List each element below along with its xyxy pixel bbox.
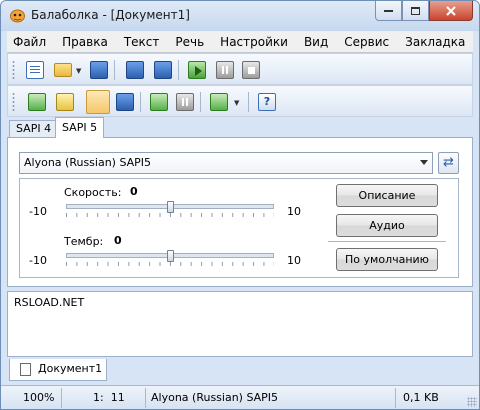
voice-select[interactable]: Alyona (Russian) SAPI5 xyxy=(19,152,433,174)
resize-grip[interactable] xyxy=(467,397,477,407)
new-document-icon[interactable] xyxy=(26,61,44,79)
speed-value: 0 xyxy=(130,185,138,198)
menu-edit[interactable]: Правка xyxy=(54,32,116,52)
voice-panel: Alyona (Russian) SAPI5 ⇄ Скорость: 0 -10… xyxy=(7,137,473,287)
menu-text[interactable]: Текст xyxy=(116,32,168,52)
paste-icon[interactable] xyxy=(176,93,194,111)
button-divider xyxy=(328,241,446,242)
main-toolbar: ▼ xyxy=(7,53,473,85)
close-button[interactable] xyxy=(429,1,473,21)
speed-slider-ticks xyxy=(66,213,274,217)
pitch-slider-ticks xyxy=(66,262,274,266)
menu-view[interactable]: Вид xyxy=(296,32,336,52)
menu-help[interactable]: ? xyxy=(473,32,479,52)
toolbar-separator xyxy=(200,92,201,112)
app-logo-icon xyxy=(10,9,25,23)
pitch-max: 10 xyxy=(287,254,301,267)
pause-icon[interactable] xyxy=(216,61,234,79)
pitch-slider-thumb[interactable] xyxy=(166,250,174,262)
maximize-icon xyxy=(411,6,420,15)
status-divider xyxy=(61,388,62,408)
status-size: 0,1 KB xyxy=(403,391,439,404)
status-divider xyxy=(145,388,146,408)
pitch-value: 0 xyxy=(114,234,122,247)
menu-file[interactable]: Файл xyxy=(7,32,54,52)
document-icon xyxy=(20,363,31,376)
refresh-icon: ⇄ xyxy=(443,155,454,170)
play-icon[interactable] xyxy=(188,61,206,79)
help-icon[interactable]: ? xyxy=(258,93,276,111)
defaults-button[interactable]: По умолчанию xyxy=(336,248,438,271)
tab-sapi4[interactable]: SAPI 4 xyxy=(9,120,59,138)
pitch-label: Тембр: xyxy=(64,235,104,248)
description-button[interactable]: Описание xyxy=(336,184,438,207)
insert-icon[interactable] xyxy=(150,93,168,111)
speed-min: -10 xyxy=(29,205,47,218)
status-position: 1: 11 xyxy=(93,391,125,404)
pitch-min: -10 xyxy=(29,254,47,267)
voice-settings-icon[interactable] xyxy=(116,93,134,111)
text-editor[interactable]: RSLOAD.NET xyxy=(7,291,473,357)
voice-settings-box: Скорость: 0 -10 10 Тембр: 0 -10 10 Описа… xyxy=(19,178,459,278)
toolbar-separator xyxy=(114,60,115,80)
audio-button[interactable]: Аудио xyxy=(336,214,438,237)
title-bar[interactable]: Балаболка - [Документ1] xyxy=(1,1,479,31)
editor-text: RSLOAD.NET xyxy=(14,296,85,309)
status-bar: 100% 1: 11 Alyona (Russian) SAPI5 0,1 KB xyxy=(1,385,479,409)
chevron-down-icon xyxy=(420,160,428,165)
speed-slider-thumb[interactable] xyxy=(166,201,174,213)
document-tab-label: Документ1 xyxy=(38,362,103,375)
clipboard-reader-icon[interactable] xyxy=(86,90,110,114)
menu-bar: Файл Правка Текст Речь Настройки Вид Сер… xyxy=(7,31,473,53)
voice-select-value: Alyona (Russian) SAPI5 xyxy=(24,156,152,169)
chevron-down-icon[interactable]: ▼ xyxy=(234,99,239,107)
tools-icon[interactable] xyxy=(210,93,228,111)
window-title: Балаболка - [Документ1] xyxy=(31,8,190,22)
toolbar-separator xyxy=(178,60,179,80)
menu-speech[interactable]: Речь xyxy=(167,32,212,52)
toolbar-separator xyxy=(140,92,141,112)
maximize-button[interactable] xyxy=(402,1,429,21)
close-icon xyxy=(446,5,456,16)
speed-max: 10 xyxy=(287,205,301,218)
minimize-button[interactable] xyxy=(375,1,402,21)
stop-icon[interactable] xyxy=(242,61,260,79)
secondary-toolbar: ▼ ? xyxy=(7,85,473,117)
window-controls xyxy=(375,1,473,21)
batch-icon[interactable] xyxy=(56,93,74,111)
menu-settings[interactable]: Настройки xyxy=(212,32,296,52)
menu-tools[interactable]: Сервис xyxy=(336,32,397,52)
document-tabs: Документ1 xyxy=(7,359,473,383)
tab-document1[interactable]: Документ1 xyxy=(9,359,107,381)
toolbar-separator xyxy=(248,92,249,112)
status-voice: Alyona (Russian) SAPI5 xyxy=(151,391,279,404)
status-zoom: 100% xyxy=(23,391,55,404)
refresh-voices-button[interactable]: ⇄ xyxy=(438,152,459,174)
app-window: Балаболка - [Документ1] Файл Правка Текс… xyxy=(0,0,480,410)
engine-tabs: SAPI 4 SAPI 5 xyxy=(7,117,473,138)
menu-bookmark[interactable]: Закладка xyxy=(397,32,473,52)
export-icon[interactable] xyxy=(154,61,172,79)
toolbar-grip[interactable] xyxy=(12,92,15,112)
toolbar-grip[interactable] xyxy=(12,60,15,80)
status-divider xyxy=(395,388,396,408)
tab-sapi5[interactable]: SAPI 5 xyxy=(55,117,105,138)
open-folder-icon[interactable] xyxy=(54,63,72,77)
minimize-icon xyxy=(384,9,393,12)
chevron-down-icon[interactable]: ▼ xyxy=(76,67,81,75)
save-audio-icon[interactable] xyxy=(90,61,108,79)
speed-label: Скорость: xyxy=(64,186,122,199)
convert-icon[interactable] xyxy=(126,61,144,79)
split-icon[interactable] xyxy=(28,93,46,111)
